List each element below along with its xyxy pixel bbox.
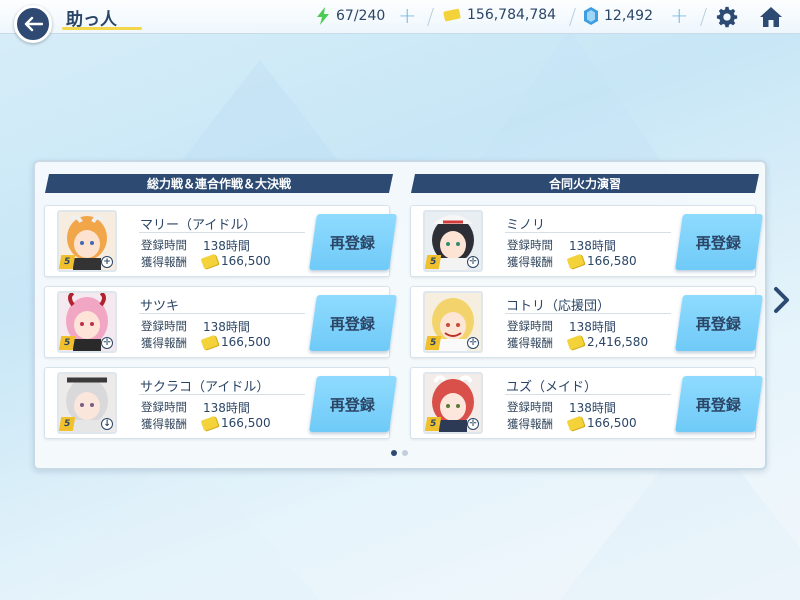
page-dot[interactable] xyxy=(402,450,408,456)
star-rank-badge: 5 xyxy=(425,417,442,431)
target-icon: ✛ xyxy=(467,256,479,268)
star-rank-badge: 5 xyxy=(425,336,442,350)
ap-display: 67/240 xyxy=(316,7,385,25)
section-header-joint-fire: 合同火力演習 xyxy=(410,174,760,193)
credits-value: 156,784,784 xyxy=(467,7,557,23)
registration-time-label: 登録時間 xyxy=(507,319,553,333)
character-portrait[interactable]: 5 + xyxy=(57,210,117,272)
registration-time-value: 138時間 xyxy=(203,239,250,253)
target-icon: ✛ xyxy=(467,418,479,430)
star-rank-badge: 5 xyxy=(59,255,76,269)
registration-time-value: 138時間 xyxy=(203,401,250,415)
divider xyxy=(505,313,671,314)
ap-plus-button[interactable]: + xyxy=(398,4,416,30)
character-name: ミノリ xyxy=(506,218,546,233)
re-register-button[interactable]: 再登録 xyxy=(675,214,763,270)
page-dot-active[interactable] xyxy=(391,450,397,456)
re-register-button[interactable]: 再登録 xyxy=(675,376,763,432)
reward-value: 2,416,580 xyxy=(587,335,649,349)
character-portrait[interactable]: 5 ↓ xyxy=(57,372,117,434)
pagination-dots xyxy=(391,450,408,456)
pyroxene-display: 12,492 xyxy=(584,7,653,25)
character-portrait[interactable]: 5 ✛ xyxy=(423,372,483,434)
support-card: 5 ✛ コトリ（応援団） 登録時間 138時間 獲得報酬 2,416,580 再… xyxy=(410,286,763,358)
character-portrait[interactable]: 5 ✛ xyxy=(423,210,483,272)
reward-label: 獲得報酬 xyxy=(507,336,553,350)
support-card: 5 ↓ サクラコ（アイドル） 登録時間 138時間 獲得報酬 166,500 再… xyxy=(44,367,397,439)
divider xyxy=(139,232,305,233)
ap-value: 67/240 xyxy=(336,8,386,24)
registration-time-value: 138時間 xyxy=(569,320,616,334)
star-rank-badge: 5 xyxy=(59,336,76,350)
registration-time-label: 登録時間 xyxy=(507,238,553,252)
re-register-button[interactable]: 再登録 xyxy=(675,295,763,351)
back-button[interactable] xyxy=(14,5,52,43)
reward-label: 獲得報酬 xyxy=(507,255,553,269)
title-underline xyxy=(62,27,142,30)
chevron-right-icon xyxy=(774,287,789,313)
divider xyxy=(139,313,305,314)
support-card: 5 + マリー（アイドル） 登録時間 138時間 獲得報酬 166,500 再登… xyxy=(44,205,397,277)
back-arrow-icon xyxy=(24,16,43,32)
reward-value: 166,580 xyxy=(587,254,637,268)
re-register-button[interactable]: 再登録 xyxy=(309,376,397,432)
divider xyxy=(505,394,671,395)
reward-value: 166,500 xyxy=(587,416,637,430)
support-card: 5 ✛ サツキ 登録時間 138時間 獲得報酬 166,500 再登録 xyxy=(44,286,397,358)
pyroxene-plus-button[interactable]: + xyxy=(670,4,688,30)
registration-time-label: 登録時間 xyxy=(507,400,553,414)
character-name: マリー（アイドル） xyxy=(140,218,257,233)
credit-icon xyxy=(200,253,219,270)
credit-icon xyxy=(566,334,585,351)
reward-value: 166,500 xyxy=(221,416,271,430)
gear-icon xyxy=(716,6,738,28)
character-name: ユズ（メイド） xyxy=(506,380,598,395)
settings-button[interactable] xyxy=(714,4,740,30)
home-icon xyxy=(760,7,782,27)
registration-time-value: 138時間 xyxy=(203,320,250,334)
credit-icon xyxy=(566,415,585,432)
re-register-button[interactable]: 再登録 xyxy=(309,295,397,351)
credit-icon xyxy=(443,8,461,22)
reward-label: 獲得報酬 xyxy=(141,336,187,350)
registration-time-value: 138時間 xyxy=(569,401,616,415)
reward-value: 166,500 xyxy=(221,254,271,268)
character-name: コトリ（応援団） xyxy=(506,299,611,314)
registration-time-label: 登録時間 xyxy=(141,238,187,252)
support-card: 5 ✛ ミノリ 登録時間 138時間 獲得報酬 166,580 再登録 xyxy=(410,205,763,277)
reward-label: 獲得報酬 xyxy=(141,255,187,269)
section-header-raid: 総力戦＆連合作戦＆大決戦 xyxy=(44,174,394,193)
registration-time-label: 登録時間 xyxy=(141,319,187,333)
support-card: 5 ✛ ユズ（メイド） 登録時間 138時間 獲得報酬 166,500 再登録 xyxy=(410,367,763,439)
lightning-icon xyxy=(317,7,329,25)
pyroxene-icon xyxy=(584,7,598,25)
reward-label: 獲得報酬 xyxy=(507,417,553,431)
credit-icon xyxy=(200,415,219,432)
divider xyxy=(505,232,671,233)
star-rank-badge: 5 xyxy=(59,417,76,431)
reward-value: 166,500 xyxy=(221,335,271,349)
star-rank-badge: 5 xyxy=(425,255,442,269)
registration-time-value: 138時間 xyxy=(569,239,616,253)
home-button[interactable] xyxy=(758,4,784,30)
character-name: サツキ xyxy=(140,299,180,314)
registration-time-label: 登録時間 xyxy=(141,400,187,414)
character-portrait[interactable]: 5 ✛ xyxy=(57,291,117,353)
pyroxene-value: 12,492 xyxy=(604,8,653,24)
character-portrait[interactable]: 5 ✛ xyxy=(423,291,483,353)
credits-display: 156,784,784 xyxy=(443,7,556,23)
divider xyxy=(139,394,305,395)
credit-icon xyxy=(200,334,219,351)
reward-label: 獲得報酬 xyxy=(141,417,187,431)
credit-icon xyxy=(566,253,585,270)
target-icon: ✛ xyxy=(101,337,113,349)
next-page-button[interactable] xyxy=(772,286,792,314)
download-icon: ↓ xyxy=(101,418,113,430)
add-icon: + xyxy=(101,256,113,268)
target-icon: ✛ xyxy=(467,337,479,349)
re-register-button[interactable]: 再登録 xyxy=(309,214,397,270)
character-name: サクラコ（アイドル） xyxy=(140,380,270,395)
